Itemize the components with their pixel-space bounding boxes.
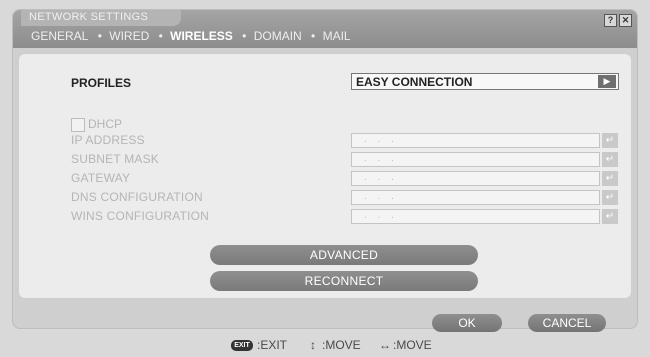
dns-configuration-field[interactable]: . . . bbox=[351, 190, 600, 205]
gateway-field[interactable]: . . . bbox=[351, 171, 600, 186]
ip-address-value: . . . bbox=[364, 134, 398, 145]
enter-icon[interactable]: ↵ bbox=[602, 152, 618, 167]
exit-hint: :EXIT bbox=[257, 338, 288, 352]
subnet-mask-label: SUBNET MASK bbox=[71, 152, 159, 166]
advanced-button[interactable]: ADVANCED bbox=[210, 245, 478, 265]
dhcp-label: DHCP bbox=[88, 117, 123, 131]
tab-general[interactable]: GENERAL bbox=[31, 29, 88, 43]
horizontal-arrows-icon: ↔ bbox=[379, 338, 391, 352]
profiles-value: EASY CONNECTION bbox=[356, 75, 473, 89]
tab-separator: • bbox=[158, 29, 163, 43]
tab-separator: • bbox=[311, 29, 316, 43]
dns-configuration-label: DNS CONFIGURATION bbox=[71, 190, 203, 204]
wins-configuration-field[interactable]: . . . bbox=[351, 209, 600, 224]
profiles-label: PROFILES bbox=[71, 76, 132, 90]
footer-hints: EXIT :EXIT ↕ :MOVE ↔ :MOVE bbox=[0, 335, 650, 357]
wins-configuration-label: WINS CONFIGURATION bbox=[71, 209, 210, 223]
exit-key-icon: EXIT bbox=[231, 340, 253, 351]
wins-configuration-value: . . . bbox=[364, 210, 398, 221]
help-icon[interactable]: ? bbox=[604, 14, 617, 27]
title-bar: NETWORK SETTINGS GENERAL • WIRED • WIREL… bbox=[13, 10, 637, 48]
ip-address-label: IP ADDRESS bbox=[71, 133, 145, 147]
ok-button[interactable]: OK bbox=[432, 314, 502, 332]
tab-mail[interactable]: MAIL bbox=[323, 29, 351, 43]
network-settings-window: NETWORK SETTINGS GENERAL • WIRED • WIREL… bbox=[13, 10, 637, 328]
play-arrow-icon[interactable]: ▶ bbox=[598, 75, 616, 88]
gateway-value: . . . bbox=[364, 172, 398, 183]
subnet-mask-field[interactable]: . . . bbox=[351, 152, 600, 167]
enter-icon[interactable]: ↵ bbox=[602, 171, 618, 186]
enter-icon[interactable]: ↵ bbox=[602, 133, 618, 148]
tab-domain[interactable]: DOMAIN bbox=[254, 29, 302, 43]
subnet-mask-value: . . . bbox=[364, 153, 398, 164]
dhcp-checkbox[interactable] bbox=[71, 118, 85, 132]
gateway-label: GATEWAY bbox=[71, 171, 131, 185]
cancel-button[interactable]: CANCEL bbox=[528, 314, 606, 332]
window-title: NETWORK SETTINGS bbox=[29, 11, 149, 23]
tab-separator: • bbox=[242, 29, 247, 43]
close-icon[interactable]: ✕ bbox=[619, 14, 632, 27]
reconnect-button[interactable]: RECONNECT bbox=[210, 271, 478, 291]
tab-wireless[interactable]: WIRELESS bbox=[170, 29, 233, 43]
enter-icon[interactable]: ↵ bbox=[602, 209, 618, 224]
ip-address-field[interactable]: . . . bbox=[351, 133, 600, 148]
tab-separator: • bbox=[97, 29, 102, 43]
vertical-arrows-icon: ↕ bbox=[310, 338, 316, 352]
dns-configuration-value: . . . bbox=[364, 191, 398, 202]
move-vertical-hint: :MOVE bbox=[322, 338, 361, 352]
enter-icon[interactable]: ↵ bbox=[602, 190, 618, 205]
tab-bar: GENERAL • WIRED • WIRELESS • DOMAIN • MA… bbox=[31, 29, 353, 43]
move-horizontal-hint: :MOVE bbox=[393, 338, 432, 352]
tab-wired[interactable]: WIRED bbox=[109, 29, 149, 43]
profiles-select[interactable]: EASY CONNECTION ▶ bbox=[351, 73, 619, 90]
